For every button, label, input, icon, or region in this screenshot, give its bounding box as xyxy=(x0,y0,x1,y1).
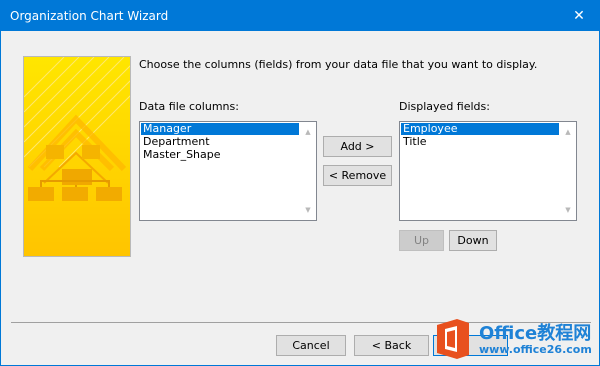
remove-button[interactable]: < Remove xyxy=(323,165,392,186)
add-button[interactable]: Add > xyxy=(323,136,392,157)
list-item[interactable]: Department xyxy=(141,136,299,148)
instruction-text: Choose the columns (fields) from your da… xyxy=(139,58,538,71)
office-logo-icon xyxy=(437,319,469,359)
vertical-scrollbar[interactable]: ▲ ▼ xyxy=(560,122,576,220)
wizard-illustration xyxy=(23,56,131,257)
down-button[interactable]: Down xyxy=(449,230,497,251)
window-title: Organization Chart Wizard xyxy=(10,9,169,23)
close-icon[interactable]: ✕ xyxy=(559,1,599,31)
scroll-up-arrow-icon[interactable]: ▲ xyxy=(560,124,576,140)
list-item[interactable]: Employee xyxy=(401,123,559,135)
data-file-columns-label: Data file columns: xyxy=(139,100,239,113)
watermark-url: www.office26.com xyxy=(479,343,592,356)
scroll-down-arrow-icon[interactable]: ▼ xyxy=(560,202,576,218)
cancel-button[interactable]: Cancel xyxy=(276,335,346,356)
scroll-down-arrow-icon[interactable]: ▼ xyxy=(300,202,316,218)
displayed-fields-list[interactable]: Employee Title ▲ ▼ xyxy=(399,121,577,221)
watermark-site-name: Office教程网 xyxy=(479,323,592,344)
list-item[interactable]: Master_Shape xyxy=(141,149,299,161)
scroll-up-arrow-icon[interactable]: ▲ xyxy=(300,124,316,140)
back-button[interactable]: < Back xyxy=(354,335,429,356)
displayed-fields-label: Displayed fields: xyxy=(399,100,490,113)
data-file-columns-list[interactable]: Manager Department Master_Shape ▲ ▼ xyxy=(139,121,317,221)
wizard-dialog: Organization Chart Wizard ✕ Choose the c… xyxy=(0,0,600,366)
list-item[interactable]: Manager xyxy=(141,123,299,135)
vertical-scrollbar[interactable]: ▲ ▼ xyxy=(300,122,316,220)
list-item[interactable]: Title xyxy=(401,136,559,148)
watermark: Office教程网 www.office26.com xyxy=(433,315,600,366)
title-bar: Organization Chart Wizard ✕ xyxy=(1,1,599,31)
up-button[interactable]: Up xyxy=(399,230,444,251)
